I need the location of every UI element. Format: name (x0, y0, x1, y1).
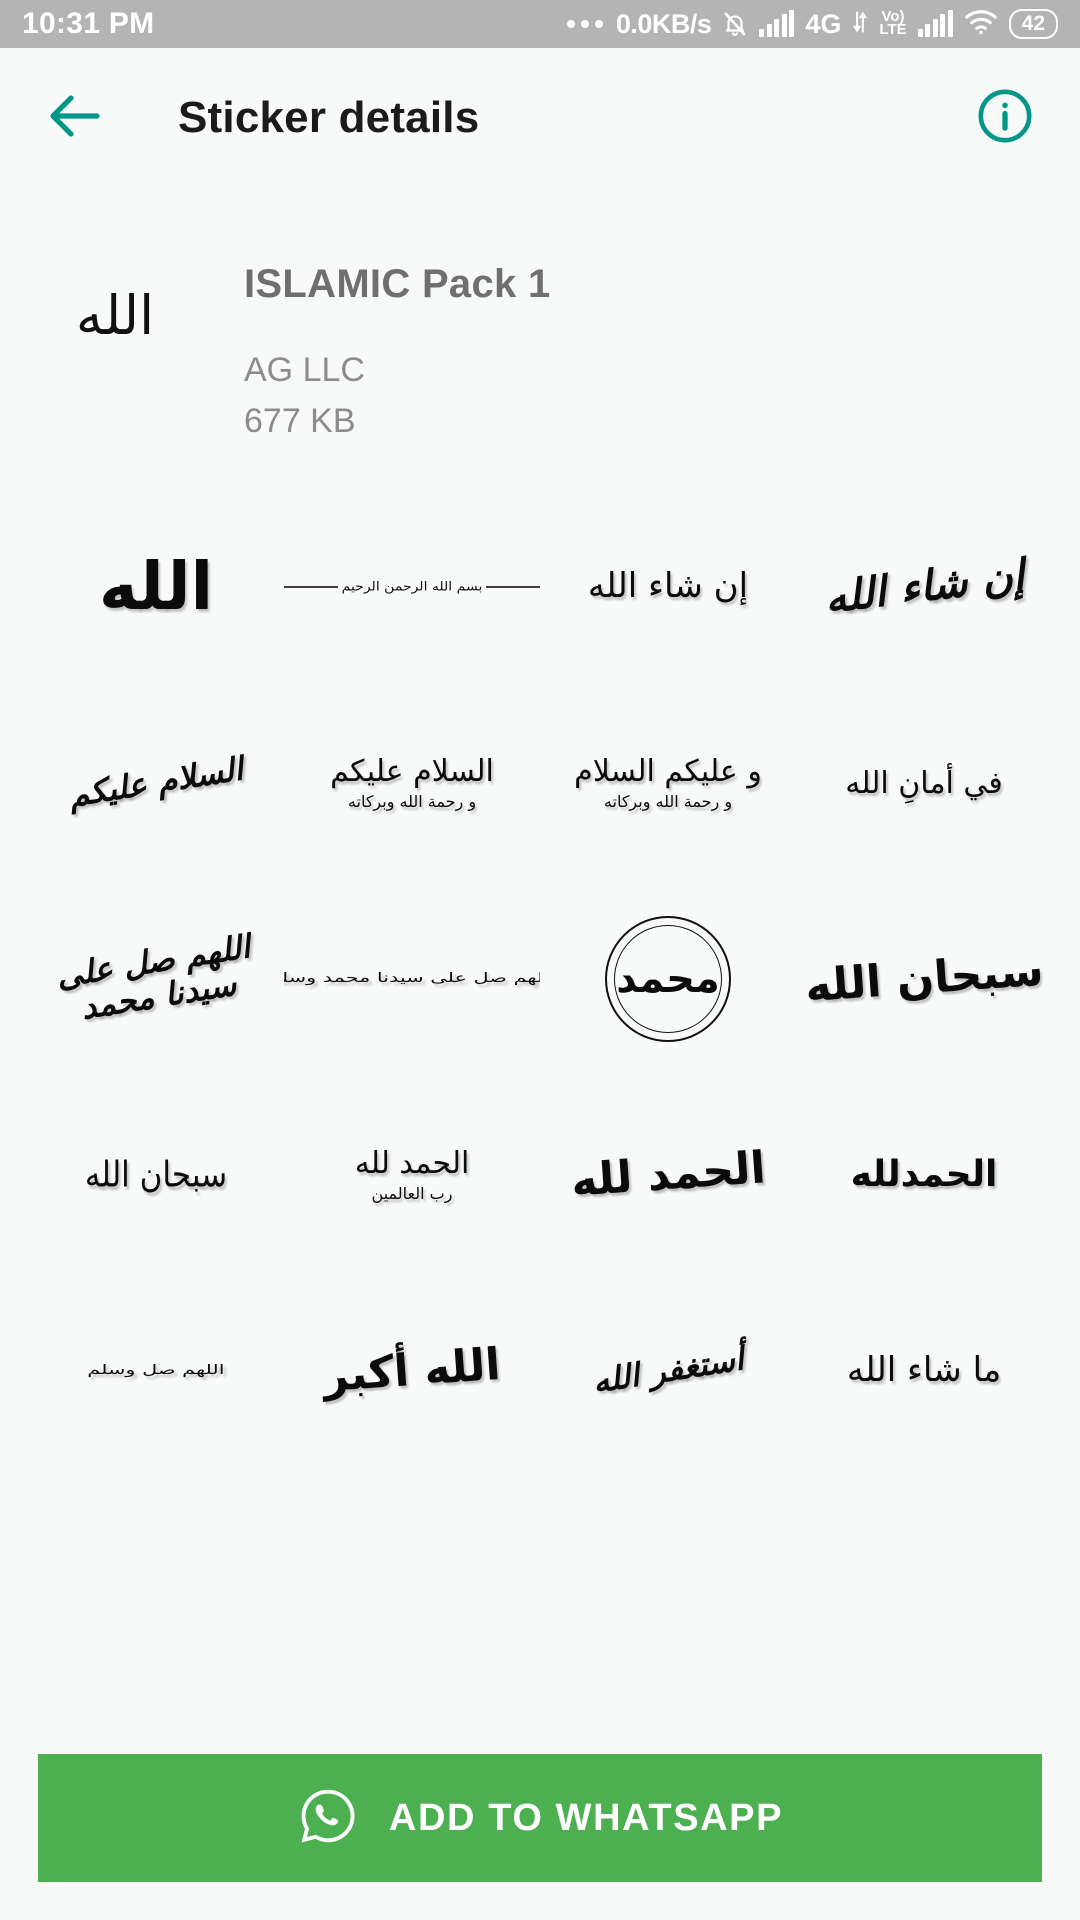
sticker-art: الله أكبر (322, 1339, 503, 1402)
sticker-cell[interactable]: إن شاء الله (540, 489, 796, 685)
whatsapp-icon (297, 1785, 359, 1852)
bell-muted-icon (722, 10, 748, 38)
sticker-text: السلام عليكم (330, 754, 494, 790)
battery-indicator: 42 (1008, 8, 1058, 40)
sticker-cell[interactable]: اللهم صل على سيدنا محمد (28, 881, 284, 1077)
sticker-art: السلام عليكم (66, 750, 245, 815)
pack-header: الله ISLAMIC Pack 1 AG LLC 677 KB (0, 188, 1080, 441)
sticker-text: سبحان الله (803, 944, 1045, 1013)
sticker-text: الله أكبر (321, 1338, 503, 1402)
sticker-subtext: رب العالمين (371, 1184, 453, 1204)
sticker-text: الحمد لله (354, 1146, 470, 1182)
data-transfer-icon (852, 9, 868, 40)
sticker-text: اللهم صل على سيدنا محمد وسلم (284, 970, 540, 986)
pack-thumbnail-text: الله (75, 283, 155, 347)
sticker-art: اللهم صل على سيدنا محمد (28, 927, 284, 1027)
pack-name: ISLAMIC Pack 1 (244, 262, 551, 306)
status-icons: 0.0KB/s 4G Vo) LTE 42 (566, 8, 1058, 40)
sticker-text: اللهم صل على سيدنا محمد (53, 926, 253, 1027)
page-title: Sticker details (178, 93, 480, 142)
sticker-text: أستغفر الله (589, 1339, 747, 1402)
status-bar: 10:31 PM 0.0KB/s 4G Vo) LTE 42 (0, 0, 1080, 48)
decorative-rule (284, 586, 338, 588)
sticker-art: سبحان الله (803, 945, 1045, 1013)
volte-bottom-text: LTE (879, 21, 907, 38)
decorative-rule (486, 586, 540, 588)
sticker-text: الحمد لله (569, 1142, 767, 1207)
sticker-text: بسم الله الرحمن الرحيم (341, 579, 483, 595)
info-circle-icon (976, 87, 1034, 150)
sticker-cell[interactable]: سبحان الله (28, 1077, 284, 1273)
sticker-art: في أمانِ الله (845, 767, 1003, 800)
sticker-text: في أمانِ الله (845, 765, 1003, 801)
sticker-art: اللهم صل على سيدنا محمد وسلم (284, 971, 540, 986)
sticker-cell[interactable]: الله أكبر (284, 1273, 540, 1469)
back-arrow-icon (47, 92, 103, 145)
sticker-art: سبحان الله (84, 1154, 229, 1196)
sticker-art: الله (98, 547, 214, 625)
sticker-art: الحمدلله (850, 1154, 1001, 1196)
signal-bars-icon (759, 10, 795, 37)
sticker-cell[interactable]: في أمانِ الله (796, 685, 1052, 881)
signal-bars-icon-2 (917, 10, 953, 37)
sticker-text: الله (98, 547, 214, 625)
pack-size: 677 KB (244, 402, 356, 440)
sticker-art: الحمد لله (569, 1142, 767, 1206)
wifi-icon (964, 9, 998, 40)
sticker-text: و عليكم السلام (574, 754, 762, 790)
sticker-cell[interactable]: الحمد لله رب العالمين (284, 1077, 540, 1273)
sticker-art: اللهم صل وسلم (87, 1363, 224, 1378)
sticker-cell[interactable]: ما شاء الله (796, 1273, 1052, 1469)
sticker-text: سبحان الله (84, 1154, 229, 1196)
more-dots-icon (566, 20, 603, 28)
sticker-cell[interactable]: و عليكم السلام و رحمة الله وبركاته (540, 685, 796, 881)
sticker-cell[interactable]: الحمد لله (540, 1077, 796, 1273)
sticker-text: ما شاء الله (846, 1350, 1002, 1391)
sticker-text: اللهم صل وسلم (87, 1362, 225, 1378)
sticker-art: إن شاء الله (587, 566, 749, 607)
sticker-cell[interactable]: إن شاء الله (796, 489, 1052, 685)
sticker-cell[interactable]: اللهم صل وسلم (28, 1273, 284, 1469)
sticker-text: محمد (616, 956, 724, 1002)
sticker-art: الحمد لله رب العالمين (355, 1147, 470, 1203)
network-speed-text: 0.0KB/s (615, 8, 712, 39)
pack-thumbnail[interactable]: الله (40, 240, 190, 390)
pack-meta: ISLAMIC Pack 1 AG LLC 677 KB (190, 240, 551, 441)
pack-publisher: AG LLC (244, 351, 365, 389)
sticker-cell[interactable]: اللهم صل على سيدنا محمد وسلم (284, 881, 540, 1077)
network-type-text: 4G (805, 8, 842, 39)
sticker-cell[interactable]: السلام عليكم (28, 685, 284, 881)
sticker-art: ما شاء الله (846, 1350, 1002, 1391)
sticker-text: إن شاء الله (821, 550, 1027, 624)
sticker-medallion: محمد (605, 916, 731, 1042)
info-button[interactable] (970, 83, 1040, 153)
sticker-text: إن شاء الله (587, 566, 749, 607)
add-to-whatsapp-button[interactable]: ADD TO WHATSAPP (38, 1754, 1042, 1882)
status-time: 10:31 PM (22, 7, 155, 40)
back-button[interactable] (40, 83, 110, 153)
sticker-grid[interactable]: الله بسم الله الرحمن الرحيم إن شاء الله إن … (0, 489, 1080, 1469)
app-bar: Sticker details (0, 48, 1080, 188)
sticker-subtext: و رحمة الله وبركاته (603, 792, 733, 812)
sticker-bismillah: بسم الله الرحمن الرحيم (284, 580, 540, 594)
sticker-cell[interactable]: الحمدلله (796, 1077, 1052, 1273)
sticker-art: أستغفر الله (590, 1340, 746, 1401)
sticker-art: إن شاء الله (822, 551, 1027, 623)
sticker-subtext: و رحمة الله وبركاته (347, 792, 477, 812)
sticker-cell[interactable]: الله (28, 489, 284, 685)
sticker-cell[interactable]: السلام عليكم و رحمة الله وبركاته (284, 685, 540, 881)
volte-icon: Vo) LTE (879, 9, 907, 38)
sticker-text: السلام عليكم (66, 749, 246, 815)
sticker-cell[interactable]: أستغفر الله (540, 1273, 796, 1469)
sticker-cell[interactable]: سبحان الله (796, 881, 1052, 1077)
cta-container: ADD TO WHATSAPP (0, 1708, 1080, 1920)
sticker-text: الحمدلله (850, 1154, 1001, 1196)
sticker-art: و عليكم السلام و رحمة الله وبركاته (574, 755, 762, 811)
add-to-whatsapp-label: ADD TO WHATSAPP (388, 1796, 784, 1839)
sticker-cell[interactable]: بسم الله الرحمن الرحيم (284, 489, 540, 685)
sticker-art: السلام عليكم و رحمة الله وبركاته (330, 755, 494, 811)
sticker-cell[interactable]: محمد (540, 881, 796, 1077)
